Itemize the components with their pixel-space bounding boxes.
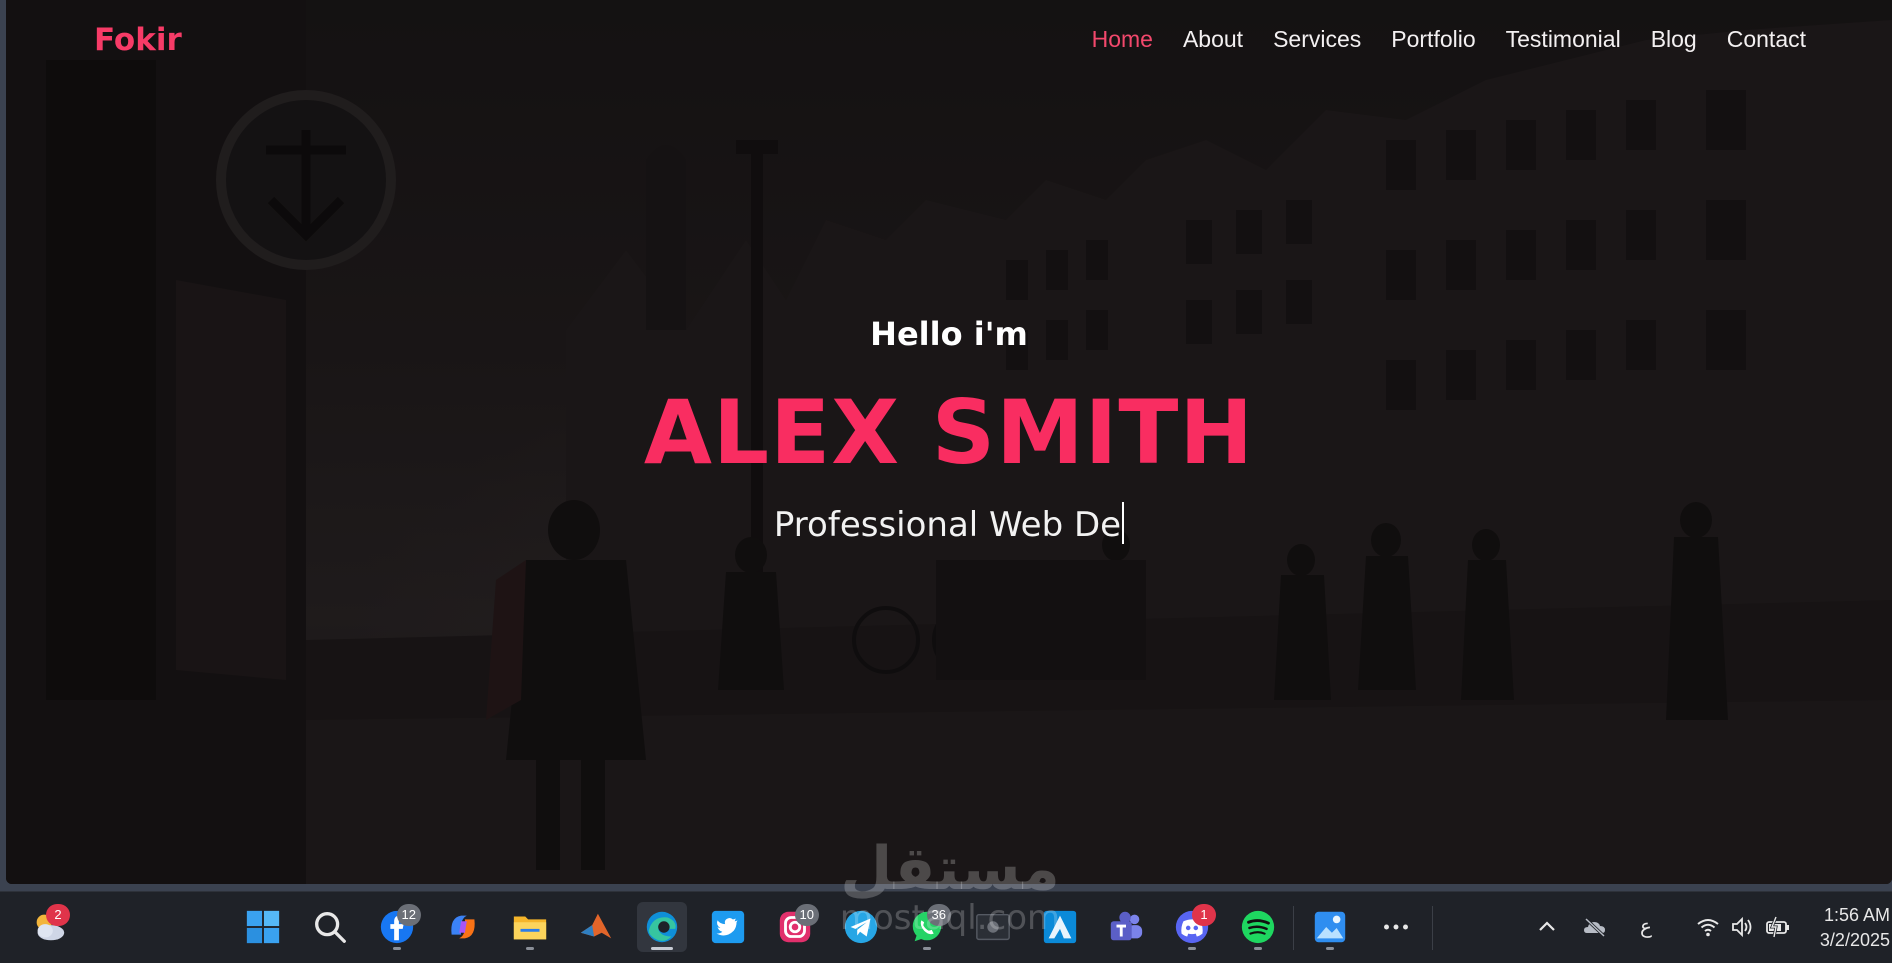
running-indicator [1326, 947, 1334, 950]
nav-menu: Home About Services Portfolio Testimonia… [1092, 26, 1806, 53]
taskbar-facebook[interactable]: 12 [372, 902, 422, 952]
speaker-icon [1732, 916, 1752, 938]
browser-viewport: Fokir Home About Services Portfolio Test… [6, 0, 1892, 884]
running-indicator [1188, 947, 1196, 950]
taskbar-spotify[interactable] [1233, 902, 1283, 952]
taskbar-photos[interactable] [1305, 902, 1355, 952]
nav-link-about[interactable]: About [1183, 26, 1243, 53]
running-indicator [526, 947, 534, 950]
nav-link-blog[interactable]: Blog [1651, 26, 1697, 53]
nav-link-portfolio[interactable]: Portfolio [1391, 26, 1475, 53]
spotify-icon [1241, 910, 1275, 944]
taskbar-more[interactable] [1371, 902, 1421, 952]
search-button[interactable] [305, 902, 355, 952]
wifi-icon [1697, 919, 1719, 937]
edge-icon [646, 911, 678, 943]
windows-start-icon [246, 910, 280, 944]
onedrive-offline-icon [1584, 917, 1606, 938]
facebook-badge: 12 [396, 904, 421, 926]
volume-button[interactable] [1728, 912, 1758, 942]
clock-date[interactable]: 3/2/2025 [1780, 930, 1890, 951]
search-icon [315, 912, 346, 943]
taskbar-instagram[interactable]: 10 [770, 902, 820, 952]
running-indicator [1254, 947, 1262, 950]
taskbar-teams[interactable] [1101, 902, 1151, 952]
file-explorer-icon [513, 916, 547, 940]
windows-taskbar: 2 12 10 36 1 ع 1:56 AM 3/2/2025 [0, 891, 1892, 963]
taskbar-copilot[interactable] [438, 902, 488, 952]
site-navbar: Fokir Home About Services Portfolio Test… [6, 0, 1892, 80]
running-indicator [393, 947, 401, 950]
nav-link-contact[interactable]: Contact [1727, 26, 1806, 53]
copilot-icon [451, 915, 475, 939]
site-logo[interactable]: Fokir [94, 22, 182, 58]
nav-link-home[interactable]: Home [1092, 26, 1153, 53]
taskbar-matlab[interactable] [571, 902, 621, 952]
onedrive-button[interactable] [1580, 912, 1610, 942]
taskbar-separator [1293, 906, 1294, 950]
autodesk-icon [1043, 910, 1077, 944]
wifi-button[interactable] [1693, 912, 1723, 942]
weather-widget[interactable]: 2 [24, 902, 74, 952]
taskbar-whatsapp[interactable]: 36 [902, 902, 952, 952]
show-hidden-icons-button[interactable] [1532, 912, 1562, 942]
typing-caret [1122, 502, 1125, 544]
nav-link-testimonial[interactable]: Testimonial [1506, 26, 1621, 53]
taskbar-discord[interactable]: 1 [1167, 902, 1217, 952]
weather-badge: 2 [46, 904, 70, 926]
matlab-icon [580, 913, 612, 939]
twitter-icon [711, 910, 745, 944]
active-indicator [651, 947, 673, 950]
screen-recorder-icon [976, 913, 1010, 941]
taskbar-screen-recorder[interactable] [968, 902, 1018, 952]
whatsapp-badge: 36 [926, 904, 951, 926]
telegram-icon [844, 910, 878, 944]
nav-link-services[interactable]: Services [1273, 26, 1361, 53]
hero-greeting: Hello i'm [870, 315, 1028, 353]
running-indicator [923, 947, 931, 950]
taskbar-separator [1432, 906, 1433, 950]
taskbar-telegram[interactable] [836, 902, 886, 952]
hero-tagline: Professional Web De [6, 502, 1892, 545]
teams-icon [1110, 911, 1143, 941]
instagram-badge: 10 [794, 904, 819, 926]
discord-badge: 1 [1192, 904, 1216, 926]
start-button[interactable] [238, 902, 288, 952]
hero-tagline-text: Professional Web De [773, 505, 1122, 545]
chevron-up-icon [1539, 921, 1555, 931]
clock-time[interactable]: 1:56 AM [1780, 905, 1890, 926]
taskbar-twitter[interactable] [703, 902, 753, 952]
more-icon [1384, 924, 1408, 930]
taskbar-file-explorer[interactable] [505, 902, 555, 952]
photos-icon [1314, 911, 1346, 943]
hero-name: ALEX SMITH [643, 381, 1255, 484]
taskbar-edge[interactable] [637, 902, 687, 952]
taskbar-autodesk[interactable] [1035, 902, 1085, 952]
input-language-indicator[interactable]: ع [1640, 914, 1652, 939]
